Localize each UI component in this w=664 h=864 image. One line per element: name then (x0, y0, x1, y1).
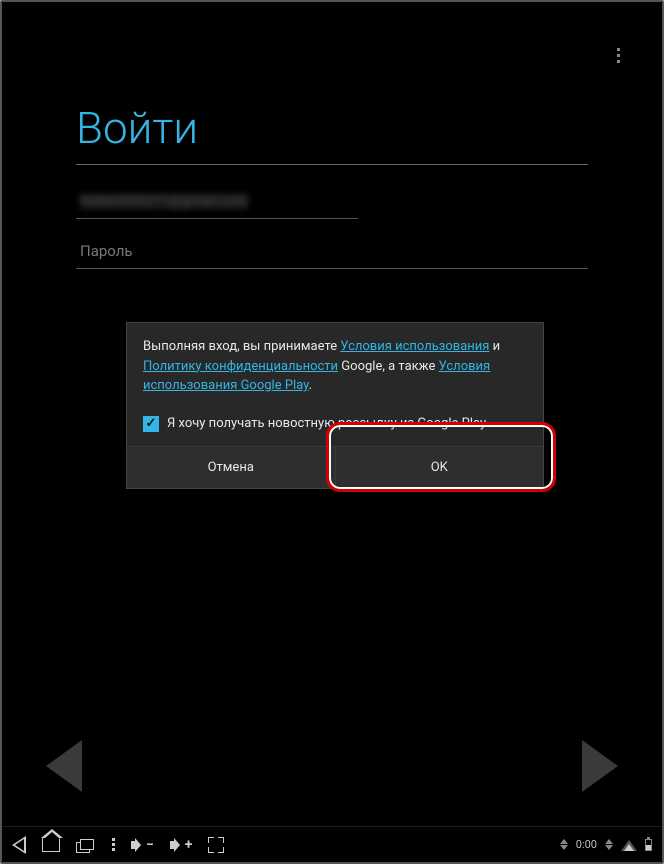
password-placeholder: Пароль (80, 242, 133, 260)
dialog-text-part: и (489, 339, 500, 354)
network-activity-icon (560, 839, 568, 850)
newsletter-checkbox-row[interactable]: ✓ Я хочу получать новостную рассылку из … (127, 408, 543, 446)
prev-arrow-icon[interactable] (46, 740, 82, 792)
recent-apps-icon[interactable] (76, 837, 96, 853)
menu-dots-icon[interactable] (112, 838, 115, 851)
back-icon[interactable] (12, 836, 26, 854)
clock: 0:00 (576, 838, 597, 851)
terms-dialog: Выполняя вход, вы принимаете Условия исп… (126, 322, 544, 489)
dialog-text: Выполняя вход, вы принимаете Условия исп… (127, 323, 543, 408)
next-arrow-icon[interactable] (582, 740, 618, 792)
status-area[interactable]: 0:00 (560, 838, 652, 851)
login-form: Войти hidden000211@gmail.com Пароль (76, 102, 588, 283)
wifi-icon (621, 839, 637, 851)
ok-button-label: OK (431, 460, 448, 475)
signal-icon (605, 839, 613, 850)
email-input[interactable]: hidden000211@gmail.com (76, 183, 358, 219)
checkbox-label: Я хочу получать новостную рассылку из Go… (167, 416, 486, 431)
password-input[interactable]: Пароль (76, 233, 588, 269)
dialog-text-part: Google, а также (338, 359, 439, 374)
navigation-bar: − + 0:00 (2, 826, 662, 862)
checkbox-icon: ✓ (143, 416, 159, 432)
home-icon[interactable] (42, 838, 60, 852)
screenshot-icon[interactable] (208, 837, 224, 853)
overflow-menu-icon[interactable] (617, 48, 620, 63)
dialog-text-part: . (309, 378, 312, 393)
volume-up-icon[interactable]: + (170, 837, 193, 853)
slideshow-arrows (46, 740, 618, 792)
ok-button[interactable]: OK (336, 447, 544, 488)
dialog-buttons: Отмена OK (127, 446, 543, 488)
divider (76, 164, 588, 165)
volume-down-icon[interactable]: − (131, 837, 154, 853)
cancel-button[interactable]: Отмена (127, 447, 336, 488)
battery-icon (645, 839, 652, 851)
privacy-link[interactable]: Политику конфиденциальности (143, 359, 338, 374)
cancel-button-label: Отмена (208, 460, 254, 475)
dialog-text-part: Выполняя вход, вы принимаете (143, 339, 340, 354)
tos-link[interactable]: Условия использования (340, 339, 489, 354)
device-screen: Войти hidden000211@gmail.com Пароль Выпо… (0, 0, 664, 864)
email-value: hidden000211@gmail.com (80, 194, 248, 210)
login-title: Войти (76, 102, 588, 164)
